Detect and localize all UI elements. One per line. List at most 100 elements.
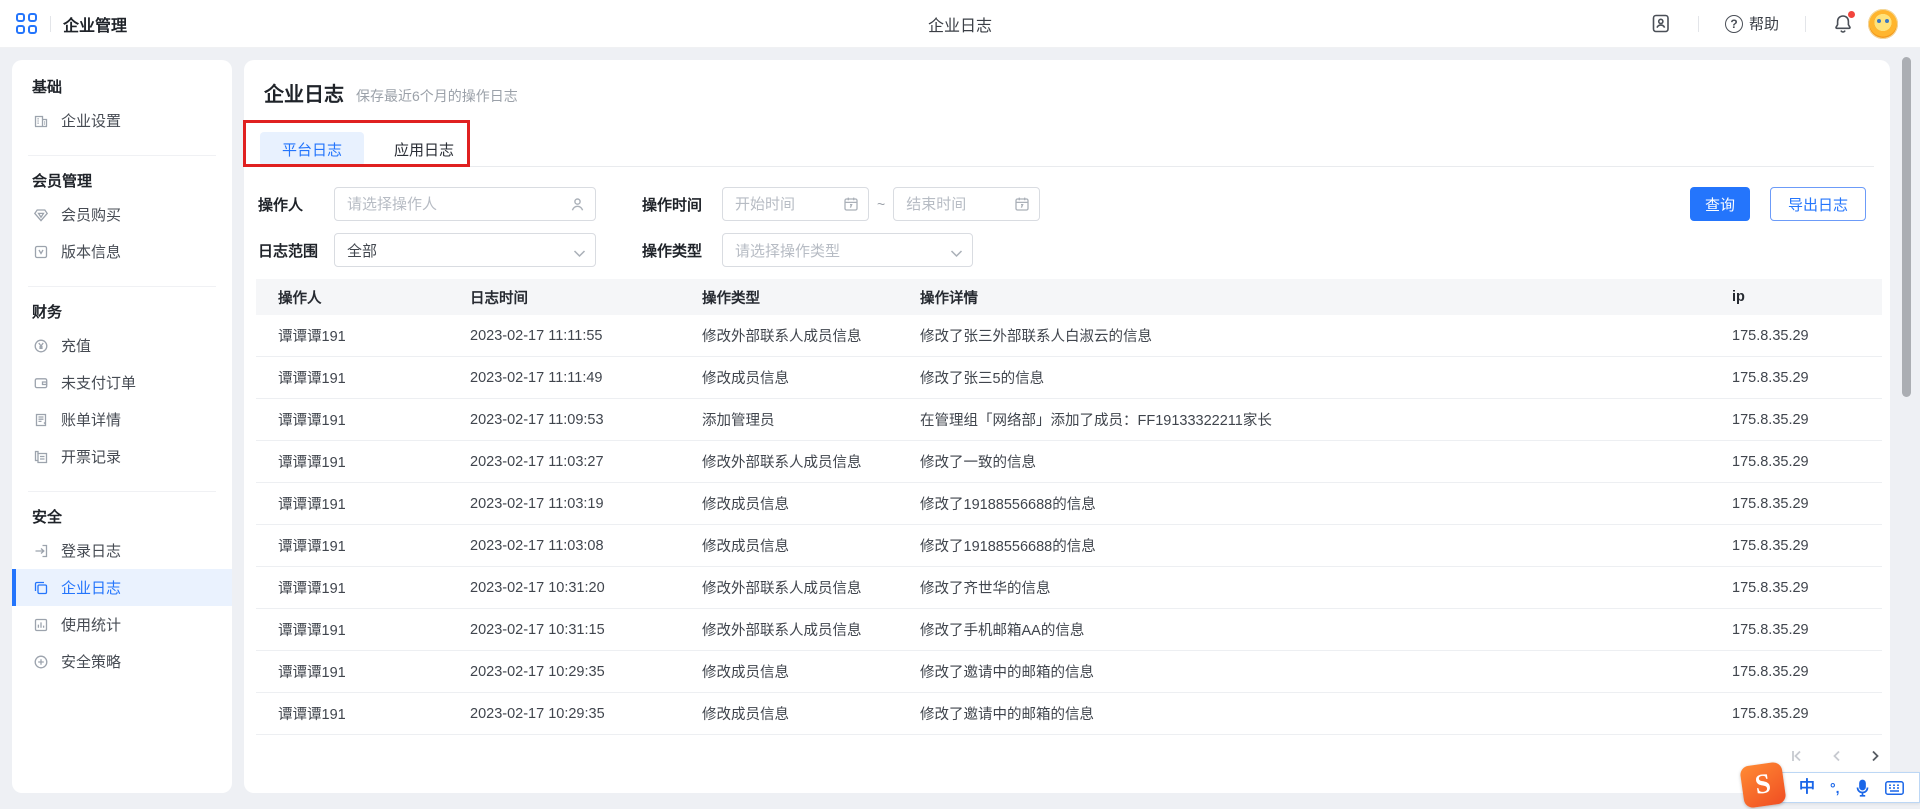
sidebar-item-会员购买[interactable]: 会员购买 [12, 196, 232, 233]
sidebar-item-label: 账单详情 [61, 409, 121, 430]
column-header-操作详情: 操作详情 [920, 287, 1732, 308]
sidebar-item-充值[interactable]: 充值 [12, 327, 232, 364]
operator-input[interactable] [335, 188, 595, 220]
apps-grid-icon[interactable] [16, 13, 38, 35]
sidebar-divider [28, 155, 216, 156]
table-cell: 修改成员信息 [702, 703, 920, 724]
sidebar-item-label: 充值 [61, 335, 91, 356]
sidebar-section-title: 会员管理 [12, 172, 232, 192]
ime-lang-toggle[interactable]: 中 [1799, 780, 1815, 796]
scope-label: 日志范围 [258, 240, 334, 261]
table-cell: 修改成员信息 [702, 493, 920, 514]
end-date-input[interactable] [894, 188, 1039, 220]
help-icon: ? [1725, 15, 1743, 33]
time-label: 操作时间 [642, 194, 722, 215]
sidebar-item-开票记录[interactable]: 开票记录 [12, 438, 232, 475]
scope-select[interactable]: 全部 [334, 233, 596, 267]
table-cell: 175.8.35.29 [1732, 370, 1882, 386]
log-copy-icon [32, 579, 49, 596]
tab-strip: 平台日志应用日志 [260, 132, 1874, 167]
table-cell: 175.8.35.29 [1732, 328, 1882, 344]
next-page-button[interactable] [1868, 748, 1884, 764]
app-title: 企业管理 [63, 12, 127, 36]
table-cell: 修改了19188556688的信息 [920, 493, 1732, 514]
operator-select[interactable] [334, 187, 596, 221]
title-row: 企业日志 保存最近6个月的操作日志 [264, 78, 1890, 104]
table-cell: 谭谭谭191 [256, 661, 470, 682]
avatar[interactable] [1868, 9, 1898, 39]
sidebar-item-label: 企业日志 [61, 577, 121, 598]
type-select[interactable]: 请选择操作类型 [722, 233, 973, 267]
sidebar-item-label: 登录日志 [61, 540, 121, 561]
sidebar-item-账单详情[interactable]: 账单详情 [12, 401, 232, 438]
search-button[interactable]: 查询 [1690, 187, 1750, 221]
sidebar-divider [28, 286, 216, 287]
table-cell: 谭谭谭191 [256, 493, 470, 514]
scrollbar-thumb[interactable] [1902, 57, 1911, 397]
table-header: 操作人日志时间操作类型操作详情ip [256, 279, 1882, 315]
table-cell: 2023-02-17 11:03:08 [470, 538, 702, 554]
start-date-input[interactable] [723, 188, 868, 220]
table-row: 谭谭谭1912023-02-17 11:03:27修改外部联系人成员信息修改了一… [256, 441, 1882, 483]
page-center-title: 企业日志 [0, 12, 1920, 36]
type-placeholder: 请选择操作类型 [723, 240, 840, 261]
table-cell: 175.8.35.29 [1732, 496, 1882, 512]
first-page-button[interactable] [1788, 748, 1804, 764]
sidebar-item-版本信息[interactable]: 版本信息 [12, 233, 232, 270]
pagination [1788, 748, 1884, 764]
table-row: 谭谭谭1912023-02-17 10:29:35修改成员信息修改了邀请中的邮箱… [256, 651, 1882, 693]
chevron-down-icon [573, 245, 586, 263]
ime-punctuation-toggle[interactable]: °, [1830, 781, 1840, 795]
table-row: 谭谭谭1912023-02-17 11:03:08修改成员信息修改了191885… [256, 525, 1882, 567]
yuan-coin-icon [32, 337, 49, 354]
table-body: 谭谭谭1912023-02-17 11:11:55修改外部联系人成员信息修改了张… [256, 315, 1882, 735]
invoice-icon [32, 448, 49, 465]
tab-平台日志[interactable]: 平台日志 [260, 132, 364, 166]
table-cell: 添加管理员 [702, 409, 920, 430]
contact-book-icon[interactable] [1650, 13, 1672, 35]
filter-form: 操作人 操作时间 ~ [258, 187, 1874, 267]
end-date-picker[interactable] [893, 187, 1040, 221]
sidebar-item-企业设置[interactable]: 企业设置 [12, 102, 232, 139]
sidebar-divider [28, 491, 216, 492]
sidebar-section-title: 财务 [12, 303, 232, 323]
table-cell: 谭谭谭191 [256, 577, 470, 598]
sidebar-item-label: 使用统计 [61, 614, 121, 635]
table-cell: 谭谭谭191 [256, 325, 470, 346]
table-cell: 谭谭谭191 [256, 367, 470, 388]
sidebar-item-使用统计[interactable]: 使用统计 [12, 606, 232, 643]
table-cell: 2023-02-17 11:11:49 [470, 370, 702, 386]
tab-应用日志[interactable]: 应用日志 [372, 132, 476, 166]
microphone-icon[interactable] [1855, 779, 1870, 797]
divider [1805, 16, 1806, 32]
help-label: 帮助 [1749, 13, 1779, 34]
keyboard-icon[interactable] [1885, 781, 1904, 795]
table-row: 谭谭谭1912023-02-17 10:31:20修改外部联系人成员信息修改了齐… [256, 567, 1882, 609]
export-logs-button[interactable]: 导出日志 [1770, 187, 1866, 221]
sogou-logo[interactable]: S [1739, 761, 1786, 808]
filter-row-1: 操作人 操作时间 ~ [258, 187, 1874, 221]
divider [1698, 16, 1699, 32]
sidebar-item-label: 会员购买 [61, 204, 121, 225]
table-cell: 2023-02-17 10:29:35 [470, 664, 702, 680]
sidebar: 基础企业设置会员管理会员购买版本信息财务充值未支付订单账单详情开票记录安全登录日… [12, 60, 232, 793]
table-row: 谭谭谭1912023-02-17 10:31:15修改外部联系人成员信息修改了手… [256, 609, 1882, 651]
sidebar-section-title: 安全 [12, 508, 232, 528]
table-cell: 修改外部联系人成员信息 [702, 619, 920, 640]
start-date-picker[interactable] [722, 187, 869, 221]
sidebar-item-登录日志[interactable]: 登录日志 [12, 532, 232, 569]
sidebar-item-企业日志[interactable]: 企业日志 [12, 569, 232, 606]
shield-plus-icon [32, 653, 49, 670]
bell-icon[interactable] [1832, 13, 1854, 35]
table-cell: 2023-02-17 10:31:20 [470, 580, 702, 596]
sidebar-item-未支付订单[interactable]: 未支付订单 [12, 364, 232, 401]
help-button[interactable]: ? 帮助 [1725, 13, 1779, 34]
sidebar-item-安全策略[interactable]: 安全策略 [12, 643, 232, 680]
table-row: 谭谭谭1912023-02-17 11:03:19修改成员信息修改了191885… [256, 483, 1882, 525]
table-cell: 修改成员信息 [702, 367, 920, 388]
table-cell: 修改了邀请中的邮箱的信息 [920, 661, 1732, 682]
sidebar-item-label: 开票记录 [61, 446, 121, 467]
prev-page-button[interactable] [1828, 748, 1844, 764]
main-panel: 企业日志 保存最近6个月的操作日志 平台日志应用日志 操作人 操作时间 [244, 60, 1890, 793]
sidebar-item-label: 未支付订单 [61, 372, 136, 393]
